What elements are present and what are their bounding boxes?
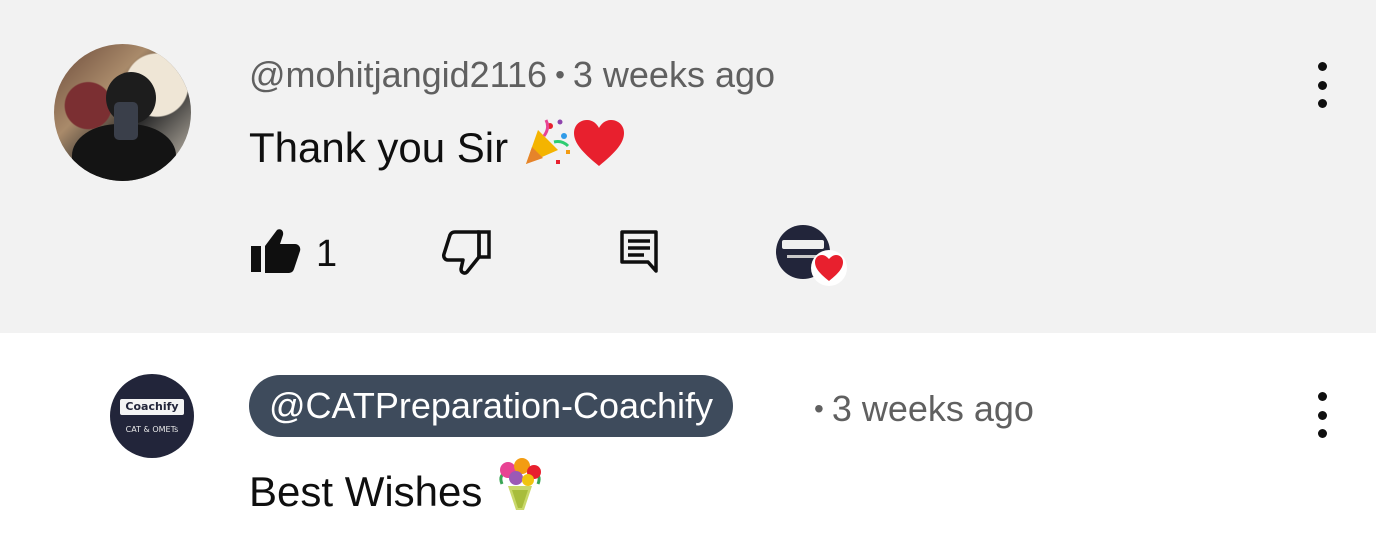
highlighted-comment: @mohitjangid2116 • 3 weeks ago Thank you S… bbox=[0, 0, 1376, 333]
kebab-dot bbox=[1317, 410, 1327, 420]
comment-text-content: Thank you Sir bbox=[249, 124, 509, 171]
bouquet-icon bbox=[494, 456, 546, 522]
reply-comment-icon bbox=[620, 230, 658, 273]
thumbs-down-icon bbox=[442, 230, 491, 275]
thumbs-up-icon bbox=[251, 229, 301, 273]
kebab-dot bbox=[1317, 80, 1327, 90]
party-popper-icon bbox=[520, 116, 572, 178]
reply-meta: • 3 weeks ago bbox=[806, 388, 1034, 430]
meta-separator: • bbox=[555, 59, 565, 90]
red-heart-icon bbox=[572, 118, 626, 178]
comment-meta: @mohitjangid2116 • 3 weeks ago bbox=[249, 54, 775, 96]
channel-logo-tagline: CAT & OMETs bbox=[125, 425, 179, 434]
heart-icon bbox=[811, 250, 847, 286]
reply-timestamp[interactable]: 3 weeks ago bbox=[832, 388, 1034, 429]
comment-more-options-button[interactable] bbox=[1315, 62, 1329, 108]
reply-button[interactable] bbox=[619, 229, 659, 273]
comment-author[interactable]: @mohitjangid2116 bbox=[249, 54, 547, 95]
reply-text-content: Best Wishes bbox=[249, 468, 483, 515]
dislike-button[interactable] bbox=[441, 229, 493, 275]
kebab-dot bbox=[1317, 99, 1327, 108]
channel-logo-brand: Coachify bbox=[120, 399, 184, 415]
comment-text: Thank you Sir bbox=[249, 116, 626, 178]
reply-text: Best Wishes bbox=[249, 456, 546, 522]
creator-logo-tag bbox=[782, 240, 824, 249]
meta-separator: • bbox=[814, 393, 824, 424]
kebab-dot bbox=[1317, 429, 1327, 438]
like-button[interactable] bbox=[249, 228, 301, 274]
reply-more-options-button[interactable] bbox=[1315, 392, 1329, 438]
creator-author-chip[interactable]: @CATPreparation-Coachify bbox=[249, 375, 734, 437]
comment-timestamp[interactable]: 3 weeks ago bbox=[573, 54, 775, 95]
avatar-phone bbox=[114, 102, 138, 140]
channel-avatar[interactable]: Coachify CAT & OMETs bbox=[110, 374, 194, 458]
comments-section: @mohitjangid2116 • 3 weeks ago Thank you S… bbox=[0, 0, 1376, 552]
kebab-dot bbox=[1317, 62, 1327, 71]
like-count: 1 bbox=[316, 233, 338, 275]
kebab-dot bbox=[1317, 392, 1327, 401]
avatar[interactable] bbox=[54, 44, 191, 181]
creator-heart-badge[interactable] bbox=[776, 225, 848, 287]
